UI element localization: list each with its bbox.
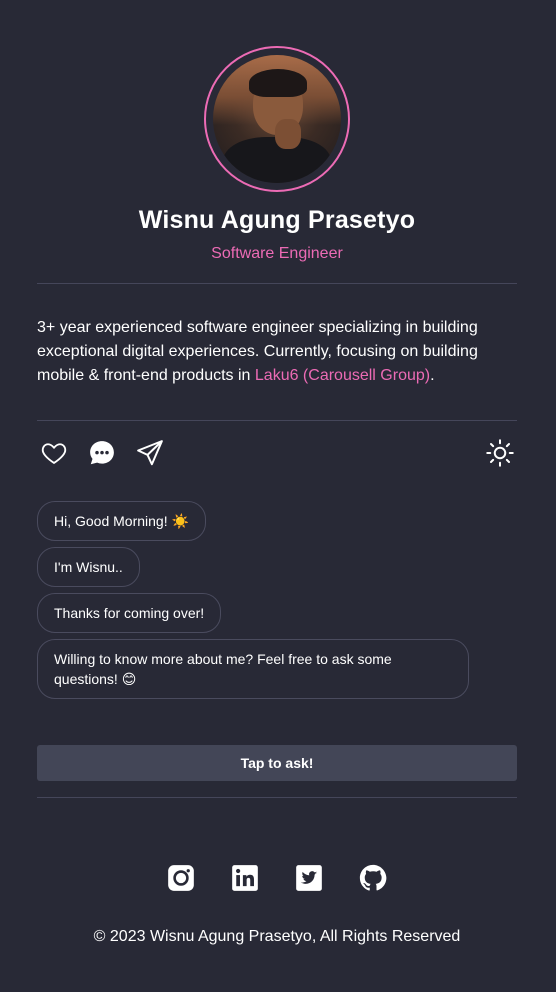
footer-copyright: © 2023 Wisnu Agung Prasetyo, All Rights …: [93, 928, 461, 945]
chat-message: Hi, Good Morning! ☀️: [37, 501, 206, 541]
divider: [37, 797, 517, 798]
twitter-icon[interactable]: [293, 862, 325, 894]
social-links: [37, 862, 517, 894]
avatar-ring: [204, 46, 350, 192]
send-icon[interactable]: [133, 436, 167, 470]
divider: [37, 283, 517, 284]
chat-message: Willing to know more about me? Feel free…: [37, 639, 469, 699]
instagram-icon[interactable]: [165, 862, 197, 894]
bio-text-end: .: [430, 367, 435, 384]
chat-bubble-icon[interactable]: [85, 436, 119, 470]
profile-name: Wisnu Agung Prasetyo: [138, 206, 416, 234]
ask-button[interactable]: Tap to ask!: [37, 745, 517, 781]
profile-role: Software Engineer: [211, 245, 343, 262]
sun-icon[interactable]: [483, 436, 517, 470]
divider: [37, 420, 517, 421]
bio-paragraph: 3+ year experienced software engineer sp…: [37, 316, 517, 388]
heart-icon[interactable]: [37, 436, 71, 470]
chat-message: Thanks for coming over!: [37, 593, 222, 633]
github-icon[interactable]: [357, 862, 389, 894]
action-bar: [37, 436, 517, 470]
linkedin-icon[interactable]: [229, 862, 261, 894]
avatar: [213, 55, 341, 183]
company-link[interactable]: Laku6 (Carousell Group): [255, 367, 430, 384]
chat-message: I'm Wisnu..: [37, 547, 140, 587]
